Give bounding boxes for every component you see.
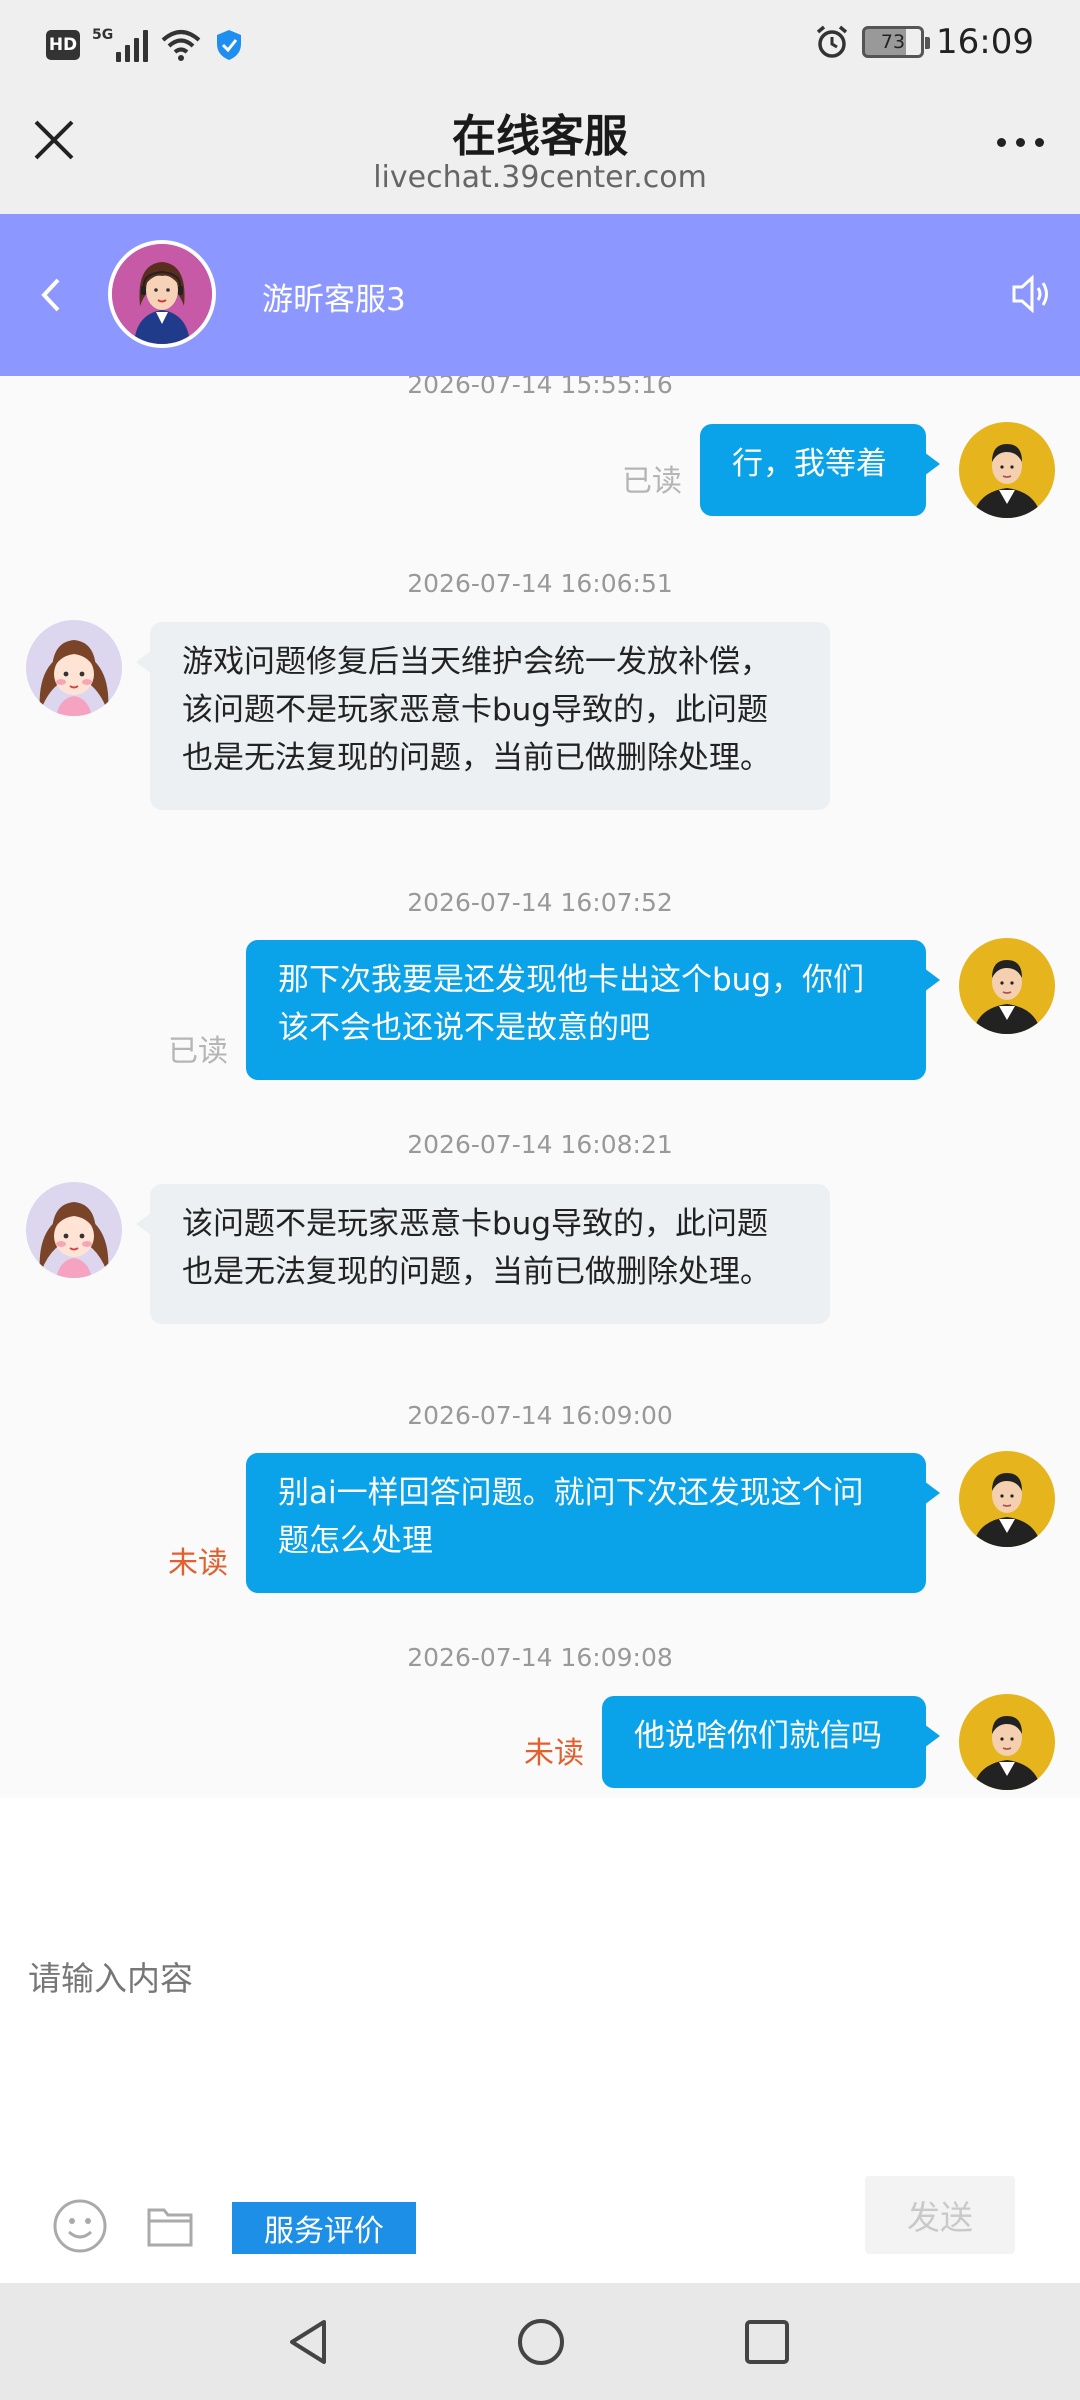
clock: 16:09: [936, 22, 1034, 62]
outgoing-message[interactable]: 那下次我要是还发现他卡出这个bug，你们该不会也还说不是故意的吧: [246, 940, 940, 1080]
chat-header: 游昕客服3: [0, 214, 1080, 376]
signal-icon: 5G: [92, 27, 149, 62]
incoming-message[interactable]: 游戏问题修复后当天维护会统一发放补偿，该问题不是玩家恶意卡bug导致的，此问题也…: [136, 622, 830, 810]
more-options-icon[interactable]: [990, 132, 1050, 152]
status-bar: HD 5G 73 16:09: [0, 0, 1080, 96]
message-timestamp: 2026-07-14 16:09:08: [407, 1643, 673, 1672]
page-title: 在线客服: [452, 111, 628, 162]
message-timestamp: 2026-07-14 16:07:52: [407, 888, 673, 917]
message-timestamp: 2026-07-14 15:55:16: [407, 376, 673, 399]
wifi-icon: [161, 30, 201, 61]
incoming-message[interactable]: 该问题不是玩家恶意卡bug导致的，此问题也是无法复现的问题，当前已做删除处理。: [136, 1184, 830, 1324]
read-status: 已读: [168, 1034, 228, 1069]
unread-status: 未读: [524, 1736, 584, 1771]
unread-status: 未读: [168, 1546, 228, 1581]
network-type: 5G: [92, 27, 114, 43]
hd-indicator: HD: [46, 30, 80, 60]
message-input[interactable]: [28, 1948, 928, 2008]
nav-home-icon[interactable]: [516, 2317, 566, 2367]
agent-message-avatar: [26, 620, 122, 716]
outgoing-message[interactable]: 他说啥你们就信吗: [602, 1696, 940, 1788]
speaker-icon[interactable]: [1010, 270, 1054, 318]
service-rating-button[interactable]: 服务评价: [232, 2202, 416, 2254]
folder-icon[interactable]: [146, 2204, 194, 2248]
nav-back-icon[interactable]: [284, 2317, 334, 2367]
title-bar: 在线客服 livechat.39center.com: [0, 96, 1080, 214]
system-nav-bar: [0, 2283, 1080, 2400]
message-timestamp: 2026-07-14 16:08:21: [407, 1130, 673, 1159]
user-avatar: [959, 1451, 1055, 1547]
nav-recent-apps-icon[interactable]: [744, 2319, 790, 2365]
read-status: 已读: [622, 464, 682, 499]
alarm-icon: [816, 25, 848, 58]
battery-indicator: 73: [862, 26, 931, 58]
input-area: 服务评价 发送: [0, 1798, 1080, 2283]
shield-icon: [217, 30, 242, 60]
page-url: livechat.39center.com: [373, 160, 707, 195]
back-arrow-icon[interactable]: [32, 270, 72, 320]
battery-level: 73: [880, 31, 906, 53]
agent-name: 游昕客服3: [262, 282, 406, 318]
agent-avatar: [108, 240, 216, 348]
message-list[interactable]: 2026-07-14 15:55:16 行，我等着 已读 2026-07-14 …: [0, 376, 1080, 1798]
message-timestamp: 2026-07-14 16:09:00: [407, 1401, 673, 1430]
send-button[interactable]: 发送: [865, 2176, 1015, 2254]
user-avatar: [959, 938, 1055, 1034]
agent-message-avatar: [26, 1182, 122, 1278]
emoji-icon[interactable]: [52, 2198, 108, 2254]
message-timestamp: 2026-07-14 16:06:51: [407, 569, 673, 598]
user-avatar: [959, 422, 1055, 518]
user-avatar: [959, 1694, 1055, 1790]
outgoing-message[interactable]: 行，我等着: [700, 424, 940, 516]
outgoing-message[interactable]: 别ai一样回答问题。就问下次还发现这个问题怎么处理: [246, 1453, 940, 1593]
